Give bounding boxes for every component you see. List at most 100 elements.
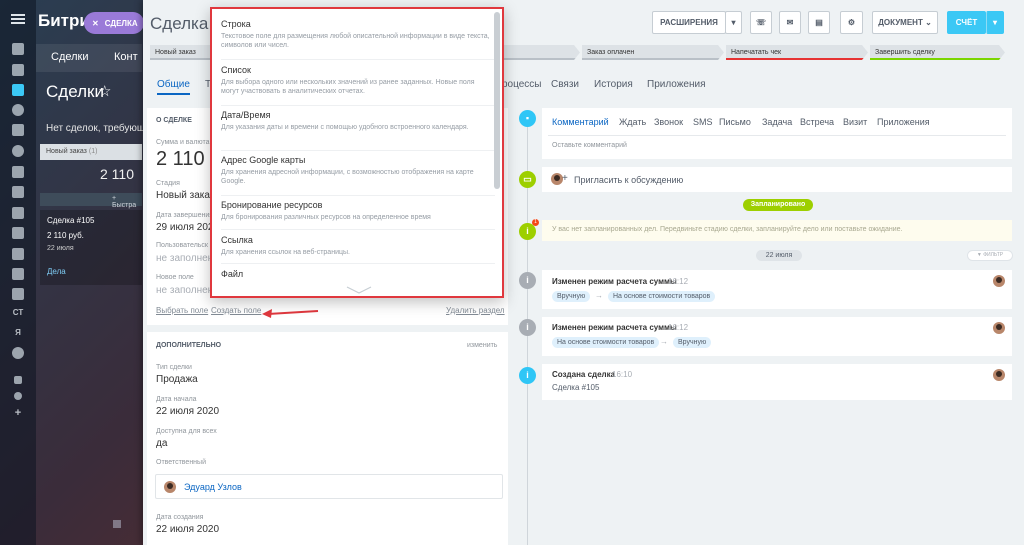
drive-icon[interactable] (12, 227, 24, 239)
card-sum: 2 110 руб. (47, 231, 84, 240)
choose-field-link[interactable]: Выбрать поле (156, 306, 208, 315)
comment-input[interactable]: Оставьте комментарий (552, 142, 627, 149)
history-to: На основе стоимости товаров (608, 291, 716, 302)
gear-icon: ⚙ (847, 18, 856, 27)
menu-item-list[interactable]: Список Для выбора одного или нескольких з… (221, 65, 491, 96)
quick-add-button[interactable]: + Быстра (40, 193, 142, 209)
menu-item-google-address[interactable]: Адрес Google карты Для хранения адресной … (221, 155, 491, 186)
phone-button[interactable]: ☏ (750, 11, 772, 34)
email-button[interactable]: ✉ (779, 11, 801, 34)
menu-icon[interactable] (11, 14, 25, 24)
info-icon: i (519, 272, 536, 289)
gear-icon[interactable] (14, 392, 22, 400)
star-icon[interactable]: ☆ (98, 82, 111, 100)
menu-item-desc: Текстовое поле для размещения любой опис… (221, 33, 490, 49)
info-icon: i (519, 367, 536, 384)
plus-icon[interactable]: + (12, 407, 24, 419)
tab-task[interactable]: Задача (762, 117, 792, 127)
network-icon[interactable] (14, 376, 22, 384)
money-icon[interactable] (12, 145, 24, 157)
calendar-icon[interactable] (12, 166, 24, 178)
column-sum: 2 110 (100, 166, 134, 182)
responsible-name[interactable]: Эдуард Узлов (184, 482, 242, 492)
feed-icon[interactable] (12, 43, 24, 55)
tab-history[interactable]: История (594, 79, 633, 90)
stage-complete[interactable]: Завершить сделку (870, 45, 1005, 60)
target-icon[interactable] (12, 104, 24, 116)
tab-general[interactable]: Общие (157, 79, 190, 95)
envelope-icon: ✉ (786, 18, 794, 27)
start-date-value: 22 июля 2020 (156, 406, 220, 417)
column-label: Новый заказ (46, 148, 87, 155)
create-field-link[interactable]: Создать поле (211, 306, 261, 315)
tab-sms[interactable]: SMS (693, 117, 713, 127)
delete-section-link[interactable]: Удалить раздел (446, 306, 505, 315)
chevron-down-icon[interactable] (346, 285, 372, 295)
tab-visit[interactable]: Визит (843, 117, 867, 127)
tab-links[interactable]: Связи (551, 79, 579, 90)
chat-icon[interactable] (12, 124, 24, 136)
created-date-value: 22 июля 2020 (156, 524, 220, 535)
card-title[interactable]: Сделка #105 (47, 216, 94, 225)
tab-deals[interactable]: Сделки (51, 51, 89, 63)
extensions-dropdown[interactable]: ▾ (725, 11, 742, 34)
tab-apps-activity[interactable]: Приложения (877, 117, 930, 127)
extra-change-link[interactable]: изменить (467, 342, 497, 349)
grid-icon[interactable] (12, 288, 24, 300)
tab-contacts[interactable]: Конт (114, 51, 138, 63)
brand-logo: Битрикс (38, 11, 86, 30)
history-title: Создана сделка (552, 370, 616, 379)
menu-scrollbar[interactable] (494, 12, 500, 189)
card-date: 22 июля (47, 245, 74, 252)
stage-paid[interactable]: Заказ оплачен (582, 45, 724, 60)
menu-item-string[interactable]: Строка Текстовое поле для размещения любо… (221, 19, 491, 50)
window-icon[interactable] (12, 268, 24, 280)
history-from: Вручную (552, 291, 591, 302)
nav-label-ya[interactable]: Я (12, 327, 24, 339)
filter-button[interactable]: ▼ ФИЛЬТР (967, 250, 1013, 261)
divider (221, 195, 495, 196)
kanban-title: Сделки (46, 82, 104, 101)
tab-letter[interactable]: Письмо (719, 117, 751, 127)
avatar (993, 275, 1005, 287)
tab-processes[interactable]: роцессы (502, 79, 542, 90)
phone-icon: ☏ (755, 18, 766, 27)
custom-field-label: Пользовательск (156, 242, 208, 249)
cart-icon[interactable] (12, 248, 24, 260)
card-link[interactable]: Дела (47, 267, 66, 276)
menu-item-booking[interactable]: Бронирование ресурсов Для бронирования ра… (221, 200, 491, 222)
settings-button[interactable]: ⚙ (840, 11, 863, 34)
nav-label-st[interactable]: СТ (12, 307, 24, 319)
extensions-button[interactable]: РАСШИРЕНИЯ (652, 11, 726, 34)
document-label: ДОКУМЕНТ (878, 18, 923, 27)
stage-print-receipt[interactable]: Напечатать чек (726, 45, 868, 60)
tab-comment[interactable]: Комментарий (552, 117, 609, 127)
mail-icon[interactable] (12, 207, 24, 219)
menu-item-title: Дата/Время (221, 110, 271, 120)
mini-button-label: СДЕЛКА (104, 18, 138, 28)
print-icon[interactable] (113, 520, 121, 528)
menu-item-datetime[interactable]: Дата/Время Для указания даты и времени с … (221, 110, 491, 132)
created-date-label: Дата создания (156, 514, 204, 521)
check-icon[interactable] (12, 186, 24, 198)
responsible-label: Ответственный (156, 459, 206, 466)
tasks-icon[interactable] (12, 64, 24, 76)
deal-close-button[interactable]: ✕ СДЕЛКА (84, 12, 144, 34)
chat-button[interactable]: ▤ (808, 11, 830, 34)
tab-apps[interactable]: Приложения (647, 79, 706, 90)
tab-call[interactable]: Звонок (654, 117, 683, 127)
close-icon: ✕ (92, 18, 99, 28)
kanban-card[interactable]: Сделка #105 2 110 руб. 22 июля Дела (40, 210, 142, 285)
document-button[interactable]: ДОКУМЕНТ ⌄ (872, 11, 938, 34)
divider (221, 105, 495, 106)
kanban-tabs: Сделки Конт (36, 44, 142, 72)
invoice-dropdown[interactable]: ▾ (986, 11, 1004, 34)
filter-icon[interactable] (12, 84, 24, 96)
invoice-button[interactable]: СЧЁТ (947, 11, 986, 34)
menu-item-link[interactable]: Ссылка Для хранения ссылок на веб-страниц… (221, 235, 491, 257)
tab-wait[interactable]: Ждать (619, 117, 646, 127)
about-header: О СДЕЛКЕ (156, 117, 192, 124)
history-title: Изменен режим расчета суммы (552, 277, 677, 286)
tab-meeting[interactable]: Встреча (800, 117, 834, 127)
circle-icon[interactable] (12, 347, 24, 359)
